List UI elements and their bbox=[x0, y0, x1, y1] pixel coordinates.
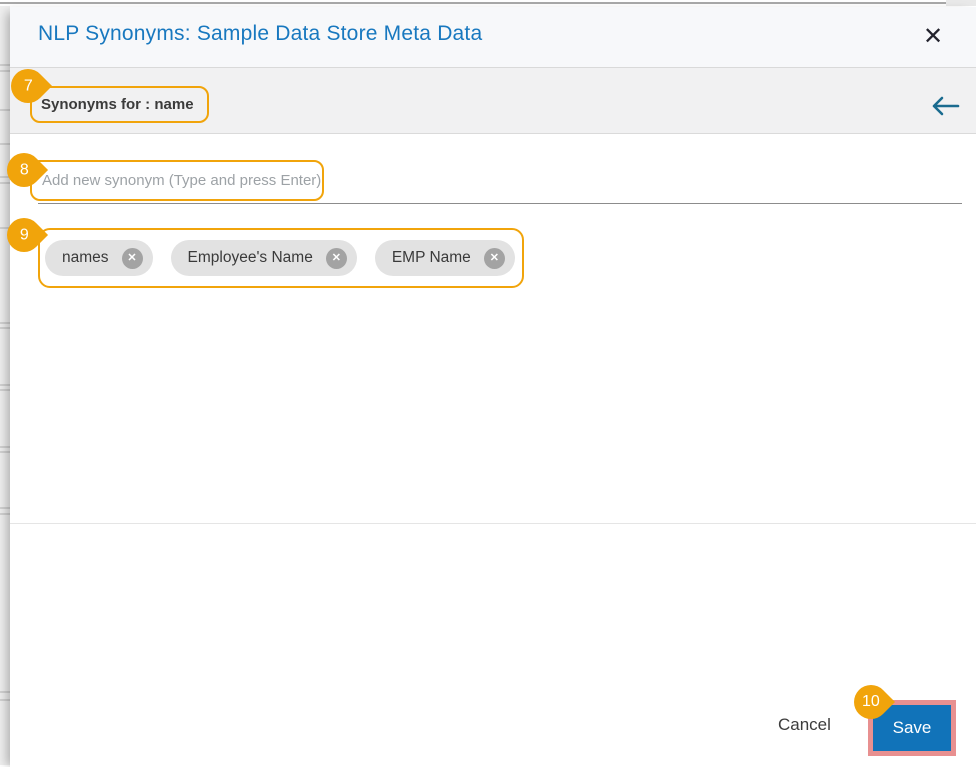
circle-x-icon: ✕ bbox=[332, 253, 341, 264]
step-8-highlight-box bbox=[30, 160, 324, 201]
background-row-line bbox=[0, 322, 10, 324]
input-underline bbox=[38, 203, 962, 204]
background-row-line bbox=[0, 507, 10, 509]
step-7-number: 7 bbox=[24, 78, 33, 94]
background-row-line bbox=[0, 64, 10, 66]
step-7-highlight-box: Synonyms for : name bbox=[30, 86, 209, 123]
remove-synonym-button[interactable]: ✕ bbox=[484, 248, 505, 269]
background-row-line bbox=[0, 389, 10, 391]
back-button[interactable] bbox=[930, 94, 960, 118]
cancel-button[interactable]: Cancel bbox=[778, 715, 831, 735]
add-synonym-input[interactable] bbox=[32, 162, 322, 199]
back-arrow-icon bbox=[930, 94, 960, 118]
synonym-chip: EMP Name ✕ bbox=[375, 240, 515, 276]
synonym-chip-list: names ✕ Employee's Name ✕ EMP Name ✕ bbox=[40, 230, 522, 286]
close-icon: ✕ bbox=[923, 23, 943, 50]
background-row-line bbox=[0, 143, 10, 145]
remove-synonym-button[interactable]: ✕ bbox=[326, 248, 347, 269]
circle-x-icon: ✕ bbox=[490, 253, 499, 264]
remove-synonym-button[interactable]: ✕ bbox=[122, 248, 143, 269]
background-row-line bbox=[0, 691, 10, 693]
page-top-border bbox=[0, 2, 976, 4]
step-9-highlight-box: names ✕ Employee's Name ✕ EMP Name ✕ bbox=[38, 228, 524, 288]
background-row-line bbox=[0, 182, 10, 184]
step-9-number: 9 bbox=[20, 227, 29, 243]
circle-x-icon: ✕ bbox=[127, 253, 136, 264]
synonym-chip-label: EMP Name bbox=[392, 249, 471, 267]
close-button[interactable]: ✕ bbox=[918, 22, 948, 52]
background-row-line bbox=[0, 70, 10, 72]
background-row-line bbox=[0, 384, 10, 386]
synonym-chip-label: names bbox=[62, 249, 109, 267]
background-row-line bbox=[0, 446, 10, 448]
modal-header: NLP Synonyms: Sample Data Store Meta Dat… bbox=[10, 7, 976, 68]
page-behind-strip bbox=[0, 6, 10, 765]
background-row-line bbox=[0, 513, 10, 515]
page-top-corner bbox=[946, 0, 976, 6]
background-row-line bbox=[0, 699, 10, 701]
modal-title: NLP Synonyms: Sample Data Store Meta Dat… bbox=[38, 22, 482, 46]
synonym-chip: names ✕ bbox=[45, 240, 153, 276]
nlp-synonyms-modal: NLP Synonyms: Sample Data Store Meta Dat… bbox=[10, 7, 976, 767]
background-row-line bbox=[0, 327, 10, 329]
step-10-number: 10 bbox=[862, 694, 880, 710]
synonym-chip: Employee's Name ✕ bbox=[171, 240, 357, 276]
synonym-chip-label: Employee's Name bbox=[188, 249, 313, 267]
content-divider bbox=[10, 523, 976, 524]
background-row-line bbox=[0, 109, 10, 111]
background-row-line bbox=[0, 451, 10, 453]
synonyms-for-label: Synonyms for : name bbox=[32, 88, 207, 121]
step-8-number: 8 bbox=[20, 162, 29, 178]
